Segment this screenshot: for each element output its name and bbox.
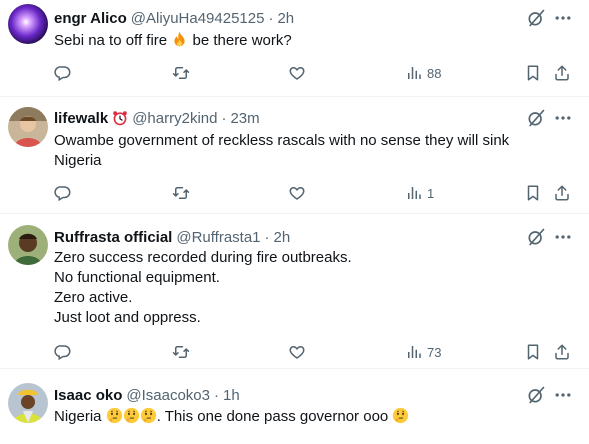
tweet-text-part: be there work?	[192, 32, 292, 49]
tweet-text-part: . This one done pass governor ooo	[156, 408, 389, 425]
share-icon[interactable]	[553, 183, 571, 203]
avatar[interactable]	[8, 383, 48, 423]
separator-dot: ·	[221, 109, 227, 127]
tweet-text-line: Nigeria	[54, 152, 102, 169]
views-icon	[405, 184, 423, 202]
tweet-text: Sebi na to off fire be there work?	[54, 31, 574, 51]
user-handle[interactable]: @harry2kind	[132, 110, 217, 127]
share-icon[interactable]	[553, 63, 571, 83]
thinking-emoji	[140, 407, 157, 424]
alarm-clock-emoji	[113, 111, 128, 126]
share-icon[interactable]	[553, 342, 571, 362]
views-icon	[405, 64, 423, 82]
tweet-text-line: Zero active.	[54, 289, 133, 306]
tweet[interactable]: Ruffrasta official @Ruffrasta1 · 2h Zero…	[0, 214, 589, 369]
tweet-header: Ruffrasta official @Ruffrasta1 · 2h	[54, 227, 290, 247]
user-handle[interactable]: @Isaacoko3	[126, 387, 210, 404]
more-icon[interactable]	[553, 227, 573, 247]
tweet-text-line: No functional equipment.	[54, 269, 220, 286]
tweet-text-line: Just loot and oppress.	[54, 309, 201, 326]
tweet-header: engr Alico @AliyuHa49425125 · 2h	[54, 8, 294, 28]
views-count: 1	[427, 185, 435, 201]
tweet-text: Zero success recorded during fire outbre…	[54, 248, 574, 328]
grok-icon[interactable]	[526, 108, 546, 128]
views-button[interactable]: 73	[405, 342, 441, 362]
display-name[interactable]: Ruffrasta official	[54, 229, 172, 246]
reply-icon[interactable]	[54, 183, 72, 203]
bookmark-icon[interactable]	[524, 63, 542, 83]
tweet-header: lifewalk @harry2kind · 23m	[54, 108, 260, 128]
more-icon[interactable]	[553, 108, 573, 128]
timestamp[interactable]: 2h	[277, 10, 294, 27]
views-count: 88	[427, 65, 442, 81]
tweet[interactable]: lifewalk @harry2kind · 23m Owambe govern…	[0, 97, 589, 214]
views-count: 73	[427, 344, 442, 360]
tweet-text-part: Sebi na to off fire	[54, 32, 168, 49]
fire-emoji	[174, 31, 185, 47]
grok-icon[interactable]	[526, 8, 546, 28]
timestamp[interactable]: 2h	[274, 229, 291, 246]
display-name[interactable]: Isaac oko	[54, 387, 122, 404]
retweet-icon[interactable]	[172, 342, 190, 362]
user-handle[interactable]: @AliyuHa49425125	[131, 10, 265, 27]
tweet-text: Nigeria . This one done pass governor oo…	[54, 407, 574, 427]
tweet[interactable]: Isaac oko @Isaacoko3 · 1h Nigeria . This…	[0, 369, 589, 444]
more-icon[interactable]	[553, 8, 573, 28]
separator-dot: ·	[268, 9, 274, 27]
separator-dot: ·	[264, 228, 270, 246]
like-icon[interactable]	[288, 63, 306, 83]
tweet-text: Owambe government of reckless rascals wi…	[54, 131, 574, 171]
action-bar: 88	[0, 63, 589, 83]
reply-icon[interactable]	[54, 342, 72, 362]
views-button[interactable]: 1	[405, 183, 434, 203]
thinking-emoji	[392, 407, 409, 424]
tweet-text-part: Nigeria	[54, 408, 102, 425]
display-name[interactable]: lifewalk	[54, 110, 108, 127]
grok-icon[interactable]	[526, 227, 546, 247]
more-icon[interactable]	[553, 385, 573, 405]
tweet-text-line: Owambe government of reckless rascals wi…	[54, 132, 510, 149]
thinking-emoji	[123, 407, 140, 424]
action-bar: 73	[0, 342, 589, 362]
tweet-header: Isaac oko @Isaacoko3 · 1h	[54, 385, 240, 405]
retweet-icon[interactable]	[172, 183, 190, 203]
thinking-emoji	[106, 407, 123, 424]
retweet-icon[interactable]	[172, 63, 190, 83]
bookmark-icon[interactable]	[524, 183, 542, 203]
like-icon[interactable]	[288, 183, 306, 203]
tweet-text-line: Zero success recorded during fire outbre…	[54, 249, 352, 266]
like-icon[interactable]	[288, 342, 306, 362]
timestamp[interactable]: 1h	[223, 387, 240, 404]
action-bar: 1	[0, 183, 589, 203]
views-icon	[405, 343, 423, 361]
user-handle[interactable]: @Ruffrasta1	[176, 229, 260, 246]
display-name[interactable]: engr Alico	[54, 10, 127, 27]
avatar[interactable]	[8, 225, 48, 265]
grok-icon[interactable]	[526, 385, 546, 405]
reply-icon[interactable]	[54, 63, 72, 83]
avatar[interactable]	[8, 107, 48, 147]
views-button[interactable]: 88	[405, 63, 441, 83]
bookmark-icon[interactable]	[524, 342, 542, 362]
timestamp[interactable]: 23m	[230, 110, 259, 127]
avatar[interactable]	[8, 4, 48, 44]
separator-dot: ·	[213, 386, 219, 404]
tweet[interactable]: engr Alico @AliyuHa49425125 · 2h Sebi na…	[0, 0, 589, 97]
